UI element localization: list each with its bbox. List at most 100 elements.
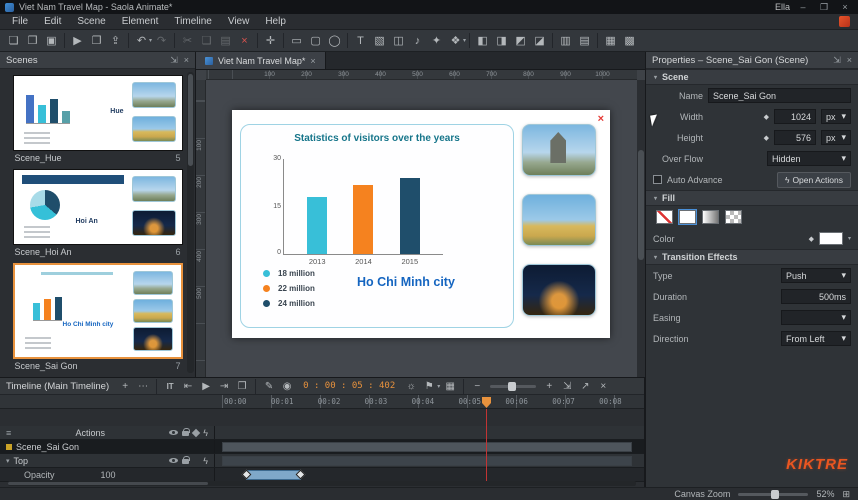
add-animation-icon[interactable]: +	[117, 379, 133, 394]
bar-2014[interactable]	[353, 185, 373, 254]
color-swatch[interactable]	[819, 232, 843, 245]
open-actions-button[interactable]: ϟ Open Actions	[777, 172, 851, 188]
photo-night-city[interactable]	[522, 264, 596, 316]
element-actions-icon[interactable]: ϟ	[203, 456, 208, 466]
bar-2013[interactable]	[307, 197, 327, 254]
scenes-float-icon[interactable]: ⇲	[170, 55, 178, 66]
zoom-slider-handle[interactable]	[508, 382, 516, 391]
maximize-button[interactable]: ❐	[816, 2, 832, 13]
menu-help[interactable]: Help	[257, 15, 294, 28]
insert-time-icon[interactable]: IT	[162, 379, 178, 394]
chevron-down-icon[interactable]: ▾	[848, 235, 851, 242]
bring-to-front-icon[interactable]: ▦	[601, 32, 620, 50]
menu-view[interactable]: View	[220, 15, 258, 28]
height-keyframe-icon[interactable]: ◆	[764, 134, 769, 142]
timeline-zoom-slider[interactable]	[490, 385, 536, 388]
preview-icon[interactable]: ▶	[68, 32, 87, 50]
cut-icon[interactable]: ✂	[178, 32, 197, 50]
distribute-vertical-icon[interactable]: ▤	[575, 32, 594, 50]
fit-canvas-icon[interactable]: ⊞	[842, 489, 850, 500]
menu-element[interactable]: Element	[114, 15, 167, 28]
scene-thumbnail-hoi-an[interactable]: Hoi An	[13, 169, 183, 245]
shape-tool-icon[interactable]: ✦	[427, 32, 446, 50]
playhead-marker-icon[interactable]: ⚑	[421, 379, 437, 394]
color-keyframe-icon[interactable]: ◆	[809, 235, 814, 243]
timeline-horizontal-scrollbar[interactable]	[8, 481, 636, 486]
menu-file[interactable]: File	[4, 15, 36, 28]
scenes-scrollbar[interactable]	[187, 72, 194, 373]
width-input[interactable]	[774, 109, 816, 124]
audio-tool-icon[interactable]: ♪	[408, 32, 427, 50]
text-tool-icon[interactable]: T	[351, 32, 370, 50]
timeline-grid-icon[interactable]: ▦	[442, 379, 458, 394]
fill-none-swatch[interactable]	[656, 210, 673, 224]
height-unit-select[interactable]: px ▾	[821, 130, 851, 145]
rounded-rectangle-tool-icon[interactable]: ▢	[306, 32, 325, 50]
align-top-icon[interactable]: ◩	[511, 32, 530, 50]
distribute-horizontal-icon[interactable]: ▥	[556, 32, 575, 50]
lock-column-icon[interactable]	[182, 431, 189, 436]
timeline-fit-icon[interactable]: ⇲	[559, 379, 575, 394]
select-tool-icon[interactable]: ✛	[261, 32, 280, 50]
rectangle-tool-icon[interactable]: ▭	[287, 32, 306, 50]
tab-close-icon[interactable]: ×	[310, 56, 315, 66]
auto-advance-checkbox[interactable]	[653, 175, 662, 184]
video-tool-icon[interactable]: ◫	[389, 32, 408, 50]
symbol-dropdown-icon[interactable]: ▾	[463, 37, 466, 44]
fill-solid-swatch[interactable]	[679, 210, 696, 224]
timeline-zoom-in-icon[interactable]: +	[541, 379, 557, 394]
menu-edit[interactable]: Edit	[36, 15, 69, 28]
minimize-button[interactable]: –	[795, 2, 811, 12]
timeline-zoom-out-icon[interactable]: −	[469, 379, 485, 394]
canvas-zoom-handle[interactable]	[771, 490, 779, 499]
duration-input[interactable]	[781, 289, 851, 304]
scene-name-input[interactable]	[708, 88, 851, 103]
width-keyframe-icon[interactable]: ◆	[764, 113, 769, 121]
track-row-scene[interactable]: Scene_Sai Gon	[0, 440, 644, 454]
send-to-back-icon[interactable]: ▩	[620, 32, 639, 50]
keyframe-column-icon[interactable]	[192, 428, 200, 436]
paste-icon[interactable]: ▤	[216, 32, 235, 50]
menu-scene[interactable]: Scene	[69, 15, 113, 28]
new-document-icon[interactable]: ❏	[4, 32, 23, 50]
scene-thumbnail-sai-gon-selected[interactable]: Ho Chi Minh city	[13, 263, 183, 359]
expander-icon[interactable]: ▾	[6, 457, 10, 465]
marker-dropdown-icon[interactable]: ▾	[437, 383, 440, 390]
canvas-zoom-slider[interactable]	[738, 493, 808, 496]
menu-timeline[interactable]: Timeline	[166, 15, 219, 28]
track-row-top[interactable]: ▾ Top ϟ	[0, 454, 644, 468]
slide-close-icon[interactable]: ×	[598, 113, 604, 125]
timeline-ruler[interactable]: 00:0000:0100:0200:0300:0400:0500:0600:07…	[0, 395, 644, 409]
section-scene[interactable]: ▾ Scene	[646, 69, 858, 85]
opacity-animation-segment[interactable]	[246, 470, 301, 480]
element-duration-bar[interactable]	[222, 456, 632, 466]
export-icon[interactable]: ⇪	[106, 32, 125, 50]
align-left-icon[interactable]: ◧	[473, 32, 492, 50]
save-icon[interactable]: ▣	[42, 32, 61, 50]
city-label[interactable]: Ho Chi Minh city	[357, 275, 455, 289]
open-icon[interactable]: ❒	[23, 32, 42, 50]
record-icon[interactable]: ◉	[279, 379, 295, 394]
timeline-float-icon[interactable]: ↗	[577, 379, 593, 394]
properties-close-icon[interactable]: ×	[847, 55, 852, 66]
track-row-opacity[interactable]: Opacity 100	[0, 468, 644, 482]
photo-palace[interactable]	[522, 194, 596, 246]
transition-type-select[interactable]: Push ▾	[781, 268, 851, 283]
play-icon[interactable]: ▶	[198, 379, 214, 394]
actions-column-icon[interactable]: ϟ	[203, 428, 208, 438]
fill-gradient-swatch[interactable]	[702, 210, 719, 224]
canvas-vertical-scrollbar[interactable]	[637, 80, 645, 377]
close-window-button[interactable]: ×	[837, 2, 853, 12]
overflow-select[interactable]: Hidden ▾	[767, 151, 851, 166]
fill-image-swatch[interactable]	[725, 210, 742, 224]
delete-icon[interactable]: ×	[235, 32, 254, 50]
lock-icon[interactable]	[182, 459, 189, 464]
ellipse-tool-icon[interactable]: ◯	[325, 32, 344, 50]
document-tab[interactable]: Viet Nam Travel Map* ×	[196, 52, 326, 69]
slide[interactable]: × Statistics of visitors over the years …	[232, 110, 610, 338]
visibility-column-icon[interactable]	[169, 430, 178, 435]
image-tool-icon[interactable]: ▧	[370, 32, 389, 50]
redo-icon[interactable]: ↷	[152, 32, 171, 50]
scenes-close-icon[interactable]: ×	[184, 55, 189, 66]
auto-keyframe-pen-icon[interactable]: ✎	[261, 379, 277, 394]
